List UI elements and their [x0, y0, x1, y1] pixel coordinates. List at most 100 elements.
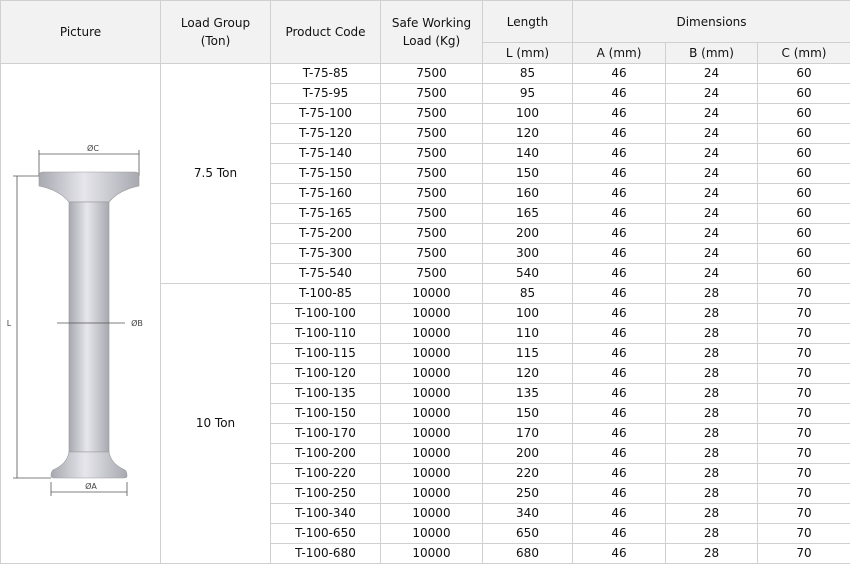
length-cell: 165: [483, 204, 573, 224]
header-dimensions: Dimensions: [573, 1, 850, 43]
dim-c-cell: 70: [758, 544, 850, 564]
length-cell: 650: [483, 524, 573, 544]
dim-a-cell: 46: [573, 304, 666, 324]
length-cell: 85: [483, 64, 573, 84]
safe-working-load-cell: 7500: [381, 244, 483, 264]
safe-working-load-cell: 7500: [381, 64, 483, 84]
dim-c-cell: 70: [758, 324, 850, 344]
dim-b-cell: 24: [666, 64, 758, 84]
dim-c-cell: 70: [758, 484, 850, 504]
product-code-cell: T-100-220: [271, 464, 381, 484]
length-cell: 150: [483, 164, 573, 184]
product-code-cell: T-100-680: [271, 544, 381, 564]
dim-b-cell: 24: [666, 264, 758, 284]
dim-a-cell: 46: [573, 464, 666, 484]
dim-a-cell: 46: [573, 384, 666, 404]
safe-working-load-cell: 7500: [381, 204, 483, 224]
dim-b-cell: 28: [666, 444, 758, 464]
safe-working-load-cell: 7500: [381, 104, 483, 124]
label-length: L: [7, 319, 12, 328]
header-dim-a: A (mm): [573, 43, 666, 64]
safe-working-load-cell: 7500: [381, 124, 483, 144]
dim-b-cell: 28: [666, 284, 758, 304]
product-code-cell: T-75-95: [271, 84, 381, 104]
load-group-cell: 7.5 Ton: [161, 64, 271, 284]
length-cell: 170: [483, 424, 573, 444]
anchor-drawing-svg: ØC ØB L ØA: [1, 64, 161, 561]
length-cell: 220: [483, 464, 573, 484]
header-load-group: Load Group (Ton): [161, 1, 271, 64]
dim-b-cell: 24: [666, 244, 758, 264]
product-code-cell: T-75-165: [271, 204, 381, 224]
dim-b-cell: 28: [666, 504, 758, 524]
length-cell: 85: [483, 284, 573, 304]
length-cell: 680: [483, 544, 573, 564]
label-diameter-a: ØA: [85, 481, 97, 491]
header-length-unit: L (mm): [483, 43, 573, 64]
product-code-cell: T-75-150: [271, 164, 381, 184]
safe-working-load-cell: 10000: [381, 404, 483, 424]
dim-b-cell: 28: [666, 364, 758, 384]
dim-c-cell: 70: [758, 504, 850, 524]
dim-b-cell: 28: [666, 404, 758, 424]
dim-c-cell: 70: [758, 344, 850, 364]
product-code-cell: T-75-160: [271, 184, 381, 204]
dim-a-cell: 46: [573, 204, 666, 224]
dim-a-cell: 46: [573, 344, 666, 364]
length-cell: 160: [483, 184, 573, 204]
dim-b-cell: 24: [666, 204, 758, 224]
load-group-cell: 10 Ton: [161, 284, 271, 564]
dim-b-cell: 28: [666, 544, 758, 564]
dim-c-cell: 60: [758, 164, 850, 184]
dim-b-cell: 28: [666, 384, 758, 404]
anchor-head-shape: [39, 172, 139, 202]
header-length: Length: [483, 1, 573, 43]
dim-c-cell: 60: [758, 144, 850, 164]
dim-b-cell: 24: [666, 124, 758, 144]
dim-a-cell: 46: [573, 364, 666, 384]
dim-a-cell: 46: [573, 324, 666, 344]
product-code-cell: T-75-100: [271, 104, 381, 124]
header-dim-b: B (mm): [666, 43, 758, 64]
dim-a-cell: 46: [573, 144, 666, 164]
safe-working-load-cell: 10000: [381, 464, 483, 484]
dim-b-cell: 24: [666, 104, 758, 124]
length-cell: 135: [483, 384, 573, 404]
dim-a-cell: 46: [573, 544, 666, 564]
product-code-cell: T-100-110: [271, 324, 381, 344]
product-code-cell: T-100-120: [271, 364, 381, 384]
dim-a-cell: 46: [573, 524, 666, 544]
dim-c-cell: 70: [758, 524, 850, 544]
dim-c-cell: 70: [758, 304, 850, 324]
safe-working-load-cell: 7500: [381, 224, 483, 244]
safe-working-load-cell: 10000: [381, 324, 483, 344]
safe-working-load-cell: 10000: [381, 444, 483, 464]
dim-a-cell: 46: [573, 444, 666, 464]
product-code-cell: T-75-120: [271, 124, 381, 144]
dim-c-cell: 60: [758, 64, 850, 84]
length-cell: 200: [483, 444, 573, 464]
dim-c-cell: 60: [758, 224, 850, 244]
product-code-cell: T-100-650: [271, 524, 381, 544]
dim-a-cell: 46: [573, 404, 666, 424]
dim-b-cell: 24: [666, 164, 758, 184]
safe-working-load-cell: 10000: [381, 364, 483, 384]
safe-working-load-cell: 10000: [381, 344, 483, 364]
dim-c-cell: 60: [758, 104, 850, 124]
length-cell: 120: [483, 364, 573, 384]
length-cell: 300: [483, 244, 573, 264]
dim-a-cell: 46: [573, 224, 666, 244]
safe-working-load-cell: 10000: [381, 284, 483, 304]
dim-b-cell: 24: [666, 184, 758, 204]
dim-b-cell: 28: [666, 304, 758, 324]
dim-c-cell: 70: [758, 464, 850, 484]
length-cell: 150: [483, 404, 573, 424]
dim-a-cell: 46: [573, 284, 666, 304]
dim-a-cell: 46: [573, 124, 666, 144]
dim-b-cell: 24: [666, 144, 758, 164]
product-drawing: ØC ØB L ØA: [1, 64, 161, 561]
anchor-foot-shape: [51, 452, 127, 478]
safe-working-load-cell: 7500: [381, 144, 483, 164]
dim-b-cell: 24: [666, 224, 758, 244]
dim-a-cell: 46: [573, 64, 666, 84]
